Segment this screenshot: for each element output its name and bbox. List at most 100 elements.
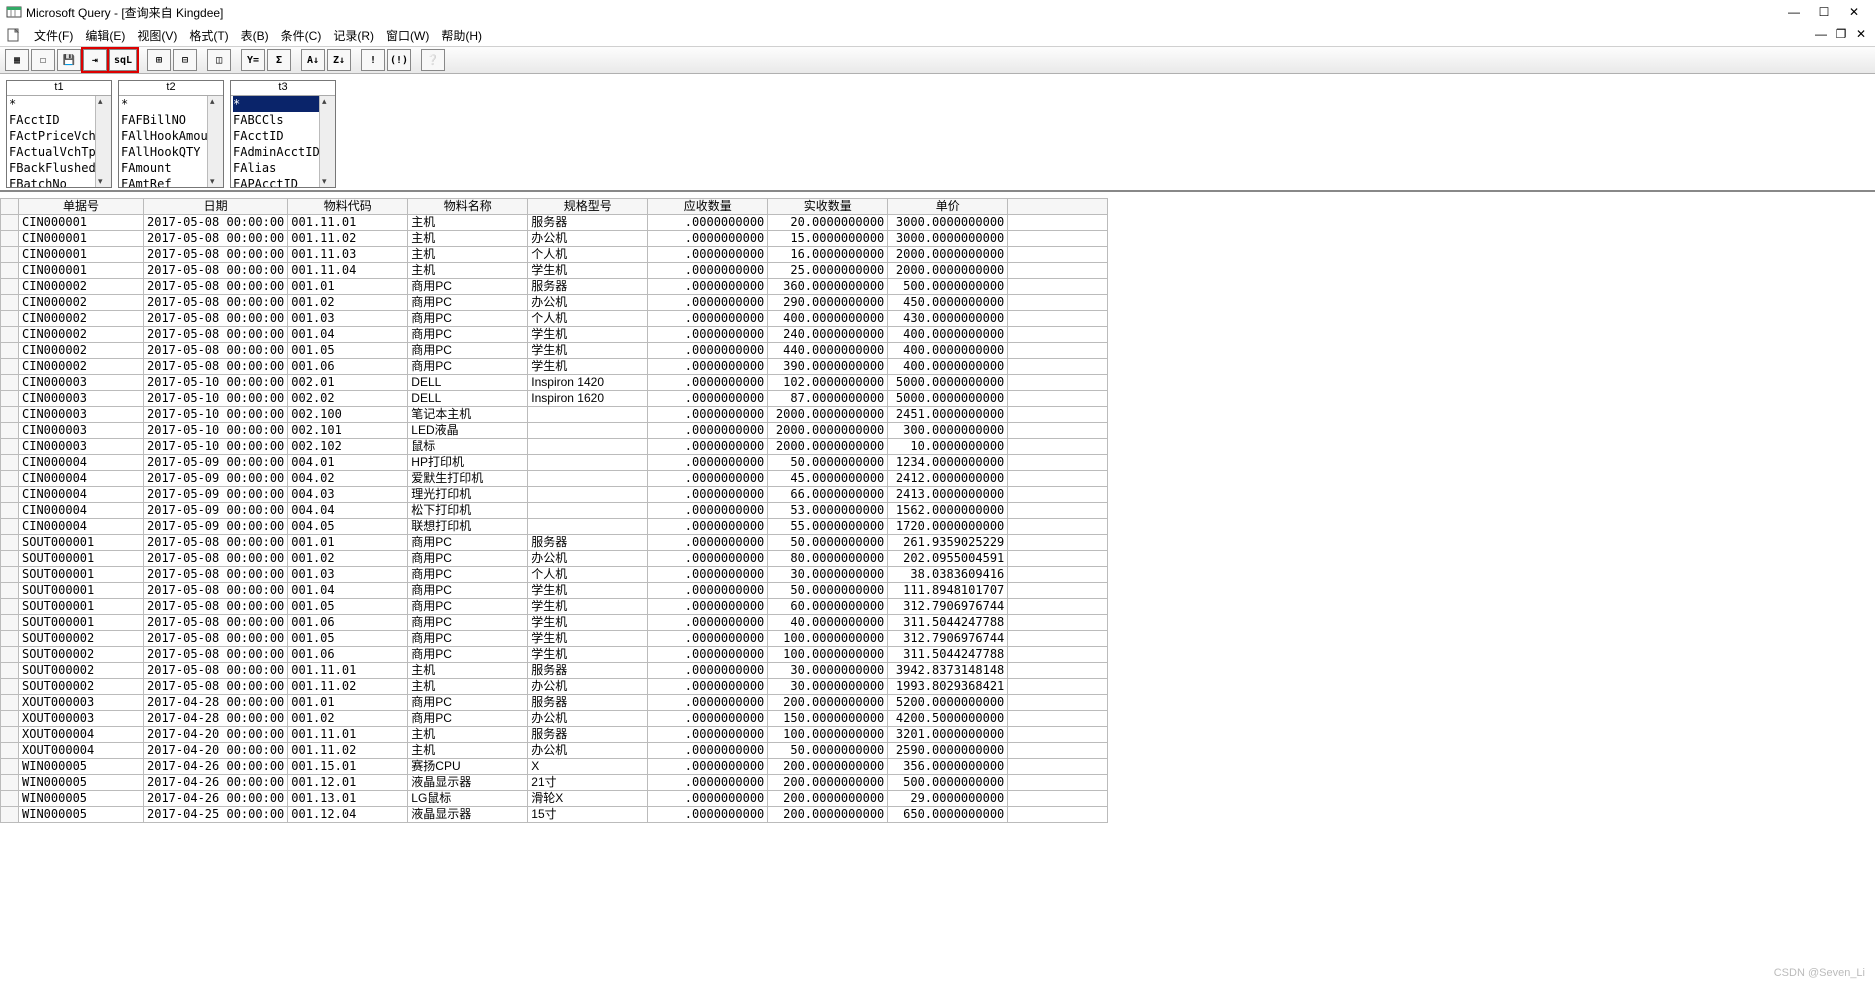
- cell[interactable]: CIN000001: [19, 247, 144, 263]
- cell[interactable]: 2017-04-26 00:00:00: [144, 791, 288, 807]
- cell[interactable]: 004.05: [288, 519, 408, 535]
- cell-empty[interactable]: [1008, 583, 1108, 599]
- cell[interactable]: 2017-05-08 00:00:00: [144, 567, 288, 583]
- cell[interactable]: 001.11.04: [288, 263, 408, 279]
- table-row[interactable]: CIN0000022017-05-08 00:00:00001.06商用PC学生…: [1, 359, 1108, 375]
- cell[interactable]: 2017-05-08 00:00:00: [144, 535, 288, 551]
- column-header[interactable]: 物料名称: [408, 199, 528, 215]
- cell[interactable]: CIN000002: [19, 343, 144, 359]
- mdi-minimize-button[interactable]: —: [1811, 24, 1831, 44]
- cell[interactable]: 商用PC: [408, 311, 528, 327]
- row-header[interactable]: [1, 391, 19, 407]
- cell[interactable]: 液晶显示器: [408, 807, 528, 823]
- cell[interactable]: 联想打印机: [408, 519, 528, 535]
- table-row[interactable]: CIN0000022017-05-08 00:00:00001.04商用PC学生…: [1, 327, 1108, 343]
- table-row[interactable]: WIN0000052017-04-25 00:00:00001.12.04液晶显…: [1, 807, 1108, 823]
- cell[interactable]: 440.0000000000: [768, 343, 888, 359]
- cell[interactable]: 2017-05-08 00:00:00: [144, 663, 288, 679]
- cell[interactable]: 松下打印机: [408, 503, 528, 519]
- cell[interactable]: 2017-05-08 00:00:00: [144, 679, 288, 695]
- cell[interactable]: 学生机: [528, 631, 648, 647]
- cell[interactable]: 150.0000000000: [768, 711, 888, 727]
- field-item[interactable]: FAllHookAmou: [121, 128, 207, 144]
- column-header[interactable]: 物料代码: [288, 199, 408, 215]
- cell-empty[interactable]: [1008, 343, 1108, 359]
- cell[interactable]: SOUT000001: [19, 583, 144, 599]
- cell[interactable]: .0000000000: [648, 343, 768, 359]
- table-row[interactable]: CIN0000042017-05-09 00:00:00004.01HP打印机.…: [1, 455, 1108, 471]
- cell[interactable]: 2017-05-09 00:00:00: [144, 455, 288, 471]
- cell[interactable]: 2590.0000000000: [888, 743, 1008, 759]
- cell[interactable]: 002.02: [288, 391, 408, 407]
- cell[interactable]: .0000000000: [648, 743, 768, 759]
- cell[interactable]: 60.0000000000: [768, 599, 888, 615]
- cell[interactable]: .0000000000: [648, 615, 768, 631]
- cell[interactable]: 2017-04-26 00:00:00: [144, 759, 288, 775]
- cell[interactable]: 001.11.02: [288, 743, 408, 759]
- cell[interactable]: 001.06: [288, 615, 408, 631]
- cell[interactable]: 15.0000000000: [768, 231, 888, 247]
- cell[interactable]: 5000.0000000000: [888, 375, 1008, 391]
- cell-empty[interactable]: [1008, 631, 1108, 647]
- cell[interactable]: 学生机: [528, 359, 648, 375]
- cell[interactable]: 004.01: [288, 455, 408, 471]
- cell[interactable]: 1234.0000000000: [888, 455, 1008, 471]
- cell[interactable]: 2017-04-20 00:00:00: [144, 727, 288, 743]
- cell-empty[interactable]: [1008, 487, 1108, 503]
- cell[interactable]: .0000000000: [648, 455, 768, 471]
- cell[interactable]: 2017-05-08 00:00:00: [144, 599, 288, 615]
- cell[interactable]: Inspiron 1420: [528, 375, 648, 391]
- cell[interactable]: 商用PC: [408, 615, 528, 631]
- cell[interactable]: 学生机: [528, 343, 648, 359]
- cell[interactable]: CIN000002: [19, 311, 144, 327]
- cell[interactable]: .0000000000: [648, 439, 768, 455]
- field-item[interactable]: FAdminAcctID: [233, 144, 319, 160]
- table-row[interactable]: CIN0000042017-05-09 00:00:00004.05联想打印机.…: [1, 519, 1108, 535]
- table-row[interactable]: CIN0000012017-05-08 00:00:00001.11.03主机个…: [1, 247, 1108, 263]
- cell[interactable]: 2017-04-28 00:00:00: [144, 711, 288, 727]
- row-header[interactable]: [1, 583, 19, 599]
- cell[interactable]: 500.0000000000: [888, 775, 1008, 791]
- row-header[interactable]: [1, 679, 19, 695]
- cell[interactable]: 400.0000000000: [768, 311, 888, 327]
- row-header[interactable]: [1, 727, 19, 743]
- cell[interactable]: 30.0000000000: [768, 567, 888, 583]
- cell[interactable]: 2017-05-10 00:00:00: [144, 423, 288, 439]
- cell[interactable]: 30.0000000000: [768, 679, 888, 695]
- cell[interactable]: 45.0000000000: [768, 471, 888, 487]
- show-tables-icon[interactable]: ⊞: [147, 49, 171, 71]
- cell[interactable]: 服务器: [528, 695, 648, 711]
- row-header[interactable]: [1, 375, 19, 391]
- cell[interactable]: 2017-05-08 00:00:00: [144, 631, 288, 647]
- cell[interactable]: 学生机: [528, 599, 648, 615]
- table-row[interactable]: CIN0000012017-05-08 00:00:00001.11.02主机办…: [1, 231, 1108, 247]
- row-header[interactable]: [1, 247, 19, 263]
- field-item[interactable]: FAlias: [233, 160, 319, 176]
- field-item[interactable]: FAmtRef: [121, 176, 207, 187]
- cell[interactable]: 261.9359025229: [888, 535, 1008, 551]
- cell[interactable]: .0000000000: [648, 679, 768, 695]
- cell[interactable]: 2017-05-09 00:00:00: [144, 487, 288, 503]
- column-header[interactable]: 应收数量: [648, 199, 768, 215]
- cell-empty[interactable]: [1008, 263, 1108, 279]
- row-header[interactable]: [1, 471, 19, 487]
- cell-empty[interactable]: [1008, 711, 1108, 727]
- cell[interactable]: CIN000003: [19, 375, 144, 391]
- cell[interactable]: 001.01: [288, 535, 408, 551]
- cell[interactable]: 200.0000000000: [768, 791, 888, 807]
- cell[interactable]: Inspiron 1620: [528, 391, 648, 407]
- cell[interactable]: .0000000000: [648, 775, 768, 791]
- table-row[interactable]: SOUT0000012017-05-08 00:00:00001.04商用PC学…: [1, 583, 1108, 599]
- cell[interactable]: 2017-05-08 00:00:00: [144, 295, 288, 311]
- cell[interactable]: 2451.0000000000: [888, 407, 1008, 423]
- cell[interactable]: .0000000000: [648, 247, 768, 263]
- cell[interactable]: 学生机: [528, 327, 648, 343]
- row-header[interactable]: [1, 423, 19, 439]
- row-header[interactable]: [1, 791, 19, 807]
- sort-asc-icon[interactable]: A↓: [301, 49, 325, 71]
- column-header[interactable]: 单据号: [19, 199, 144, 215]
- cell[interactable]: CIN000004: [19, 503, 144, 519]
- cell[interactable]: 430.0000000000: [888, 311, 1008, 327]
- filter-icon[interactable]: !: [361, 49, 385, 71]
- cell[interactable]: 312.7906976744: [888, 631, 1008, 647]
